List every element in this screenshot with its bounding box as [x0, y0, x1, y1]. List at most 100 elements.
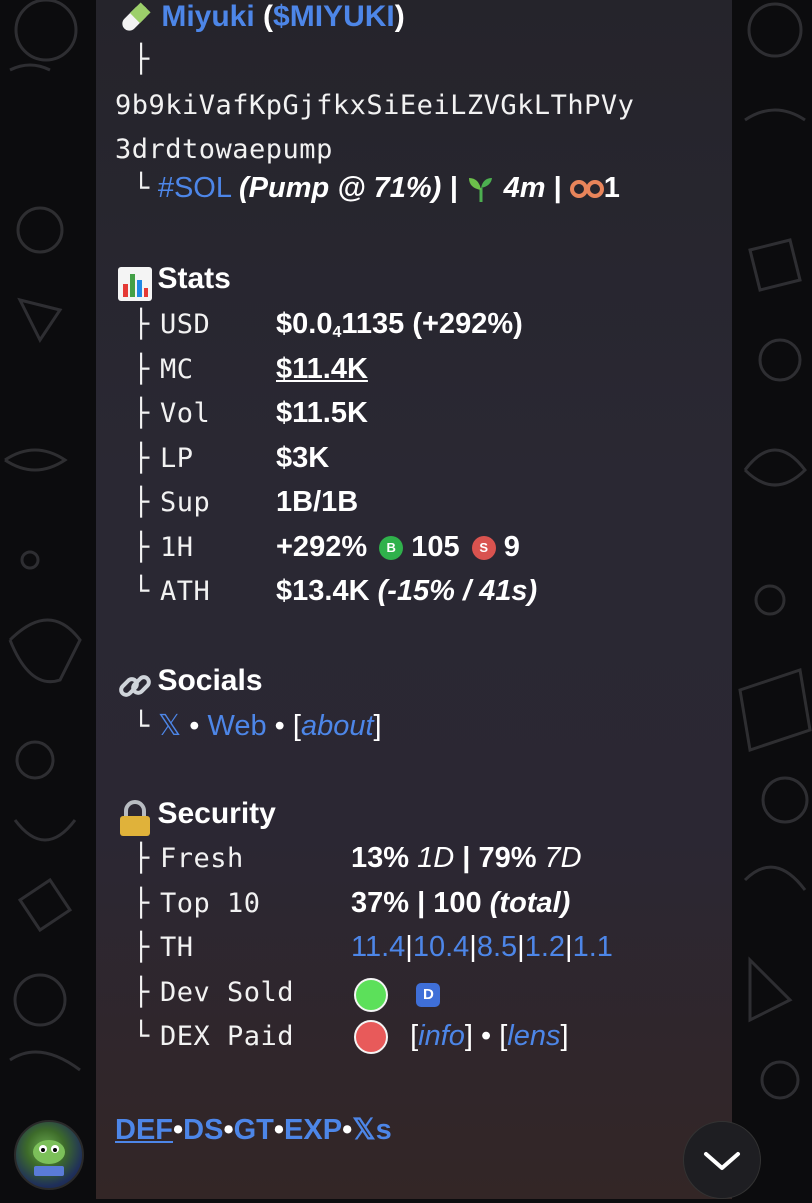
footer-link-gt[interactable]: GT: [234, 1114, 274, 1146]
x-link[interactable]: 𝕏: [158, 710, 181, 742]
stats-row-branch: ├: [133, 487, 150, 518]
footer-link-ds[interactable]: DS: [183, 1114, 223, 1146]
glasses-icon: [569, 180, 604, 199]
th-holder-2[interactable]: 10.4: [413, 931, 469, 963]
holder-count: 1: [603, 172, 620, 204]
footer-link-def[interactable]: DEF: [115, 1114, 173, 1146]
ticker-open: (: [263, 0, 274, 33]
dev-badge-icon[interactable]: D: [416, 983, 441, 1007]
chain-branch: └: [133, 173, 150, 204]
info-bracket-close: ]: [464, 1020, 473, 1052]
about-link[interactable]: about: [301, 710, 374, 742]
stats-value-sup: 1B/1B: [276, 486, 359, 518]
stats-row-branch: ├: [133, 309, 150, 340]
token-ticker-wrap[interactable]: ($MIYUKI): [263, 0, 405, 33]
sprout-icon: [468, 178, 492, 203]
contract-address-line-1[interactable]: 9b9kiVafKpGjfkxSiEeiLZVGkLThPVy: [115, 90, 634, 121]
footer-links: DEF•DS•GT•EXP•𝕏s: [115, 1112, 392, 1147]
stats-value-mc[interactable]: $11.4K: [276, 353, 368, 386]
chevron-down-icon: [704, 1152, 740, 1170]
footer-sep: •: [273, 1114, 285, 1146]
socials-sep-2: •: [274, 710, 285, 742]
lens-bracket-close: ]: [560, 1020, 569, 1052]
security-value-fresh: 13% 1D | 79% 7D: [351, 842, 582, 875]
th-holder-3[interactable]: 8.5: [477, 931, 517, 963]
th-sep: |: [517, 931, 525, 963]
security-value-dex-paid: [info] • [lens]: [354, 1020, 569, 1055]
token-age: 4m: [503, 172, 546, 204]
dex-info-link[interactable]: info: [418, 1020, 465, 1052]
top10-count: 100: [433, 887, 482, 919]
footer-link-xs[interactable]: 𝕏s: [352, 1114, 392, 1146]
token-ticker[interactable]: $MIYUKI: [273, 0, 395, 33]
security-row-branch: ├: [133, 888, 150, 919]
stats-label-1h: 1H: [160, 532, 194, 563]
stats-title: Stats: [157, 262, 231, 295]
stats-label-mc: MC: [160, 354, 194, 385]
stats-value-usd: $0.041135 (+292%): [276, 308, 523, 342]
security-row-branch: ├: [133, 843, 150, 874]
top10-note: (total): [489, 887, 571, 919]
web-link[interactable]: Web: [207, 710, 266, 742]
socials-branch: └: [133, 711, 150, 742]
security-heading: Security: [117, 797, 276, 838]
security-label-dex-paid: DEX Paid: [160, 1021, 295, 1052]
avatar-image: [33, 1140, 65, 1176]
buys-count: 105: [411, 531, 460, 563]
th-holder-1[interactable]: 11.4: [351, 931, 405, 963]
sender-avatar[interactable]: [14, 1120, 84, 1190]
usd-main: $0.0: [276, 308, 333, 340]
th-holder-5[interactable]: 1.1: [573, 931, 613, 963]
ath-detail: (-15% / 41s): [377, 575, 538, 607]
socials-links: └ 𝕏 • Web • [about]: [133, 708, 382, 743]
scroll-to-bottom-button[interactable]: [683, 1121, 761, 1199]
token-name[interactable]: Miyuki: [161, 0, 254, 33]
top10-sep: |: [417, 887, 426, 919]
address-branch: ├: [133, 44, 150, 75]
stats-value-lp: $3K: [276, 442, 330, 474]
stats-value-ath: $13.4K (-15% / 41s): [276, 575, 537, 608]
fresh-7d-pct: 79%: [478, 842, 537, 874]
sells-badge-icon: S: [471, 536, 496, 561]
fresh-1d-pct: 13%: [351, 842, 410, 874]
buys-badge-icon: B: [379, 536, 404, 561]
security-label-top10: Top 10: [160, 888, 261, 919]
info-bracket-open: [: [410, 1020, 419, 1052]
chain-line: └ #SOL (Pump @ 71%) | 4m | 1: [133, 172, 620, 205]
about-bracket-close: ]: [373, 710, 382, 742]
stats-row-branch: ├: [133, 354, 150, 385]
contract-address-line-2[interactable]: 3drdtowaepump: [115, 134, 333, 165]
top10-pct: 37%: [351, 887, 410, 919]
th-sep: |: [405, 931, 413, 963]
age-sep: |: [553, 172, 562, 204]
stats-row-branch: ├: [133, 398, 150, 429]
th-sep: |: [469, 931, 477, 963]
stats-label-vol: Vol: [160, 398, 211, 429]
stats-value-vol: $11.5K: [276, 397, 368, 429]
fresh-7d-period: 7D: [544, 842, 582, 874]
chain-tag[interactable]: #SOL: [158, 172, 231, 204]
dex-lens-link[interactable]: lens: [507, 1020, 560, 1052]
ath-value: $13.4K: [276, 575, 370, 607]
security-value-dev-sold: D: [354, 978, 441, 1012]
security-row-branch: ├: [133, 932, 150, 963]
footer-sep: •: [173, 1114, 184, 1146]
th-holder-4[interactable]: 1.2: [525, 931, 565, 963]
th-sep: |: [565, 931, 573, 963]
lock-icon: [120, 799, 150, 836]
stats-label-usd: USD: [160, 309, 211, 340]
security-title: Security: [157, 797, 276, 830]
dev-sold-status-icon: [354, 978, 388, 1012]
stats-label-ath: ATH: [160, 576, 211, 607]
security-value-th: 11.4|10.4|8.5|1.2|1.1: [351, 931, 613, 964]
stats-row-branch: ├: [133, 532, 150, 563]
security-row-branch: ├: [133, 977, 150, 1008]
usd-change: (+292%): [412, 308, 523, 340]
footer-sep: •: [342, 1114, 353, 1146]
stats-value-1h: +292% B 105 S 9: [276, 531, 520, 564]
footer-link-exp[interactable]: EXP: [284, 1114, 342, 1146]
security-label-th: TH: [160, 932, 194, 963]
usd-rest: 1135: [341, 308, 405, 340]
fresh-sep: |: [462, 842, 471, 874]
link-icon: [119, 674, 151, 697]
